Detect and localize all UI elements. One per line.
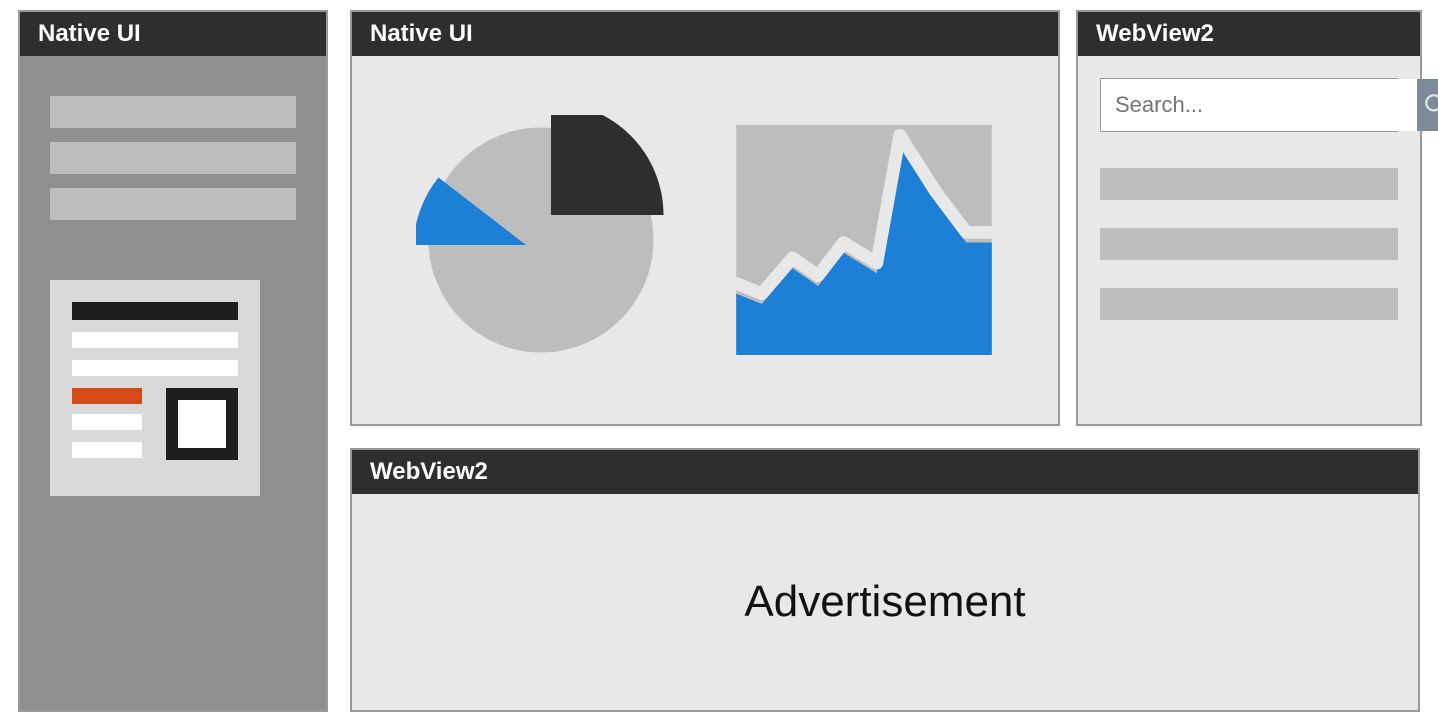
panel-title: Native UI [20,12,326,56]
card-accent-bar [72,388,142,404]
result-placeholder-row [1100,228,1398,260]
search-bar [1100,78,1398,132]
webview2-ad-panel: WebView2 Advertisement [350,448,1420,712]
advertisement-label: Advertisement [352,494,1418,710]
card-line [72,360,238,376]
sidebar-body [20,56,326,516]
sidebar-placeholder-row [50,188,296,220]
search-input[interactable] [1101,79,1417,131]
panel-title: WebView2 [352,450,1418,494]
search-button[interactable] [1417,79,1438,131]
pie-chart-icon [416,115,666,365]
area-chart-icon [734,125,994,355]
card-image-placeholder [166,388,238,460]
panel-title: Native UI [352,12,1058,56]
native-ui-sidebar-panel: Native UI [18,10,328,712]
card-line [72,332,238,348]
diagram-canvas: Native UI Native UI [0,0,1438,722]
card-line [72,414,142,430]
panel-title: WebView2 [1078,12,1420,56]
card-line [72,442,142,458]
result-placeholder-row [1100,168,1398,200]
card-header-bar [72,302,238,320]
native-ui-charts-panel: Native UI [350,10,1060,426]
search-icon [1423,92,1438,118]
webview2-search-panel: WebView2 [1076,10,1422,426]
sidebar-placeholder-row [50,142,296,174]
result-placeholder-row [1100,288,1398,320]
sidebar-placeholder-row [50,96,296,128]
sidebar-card [50,280,260,496]
